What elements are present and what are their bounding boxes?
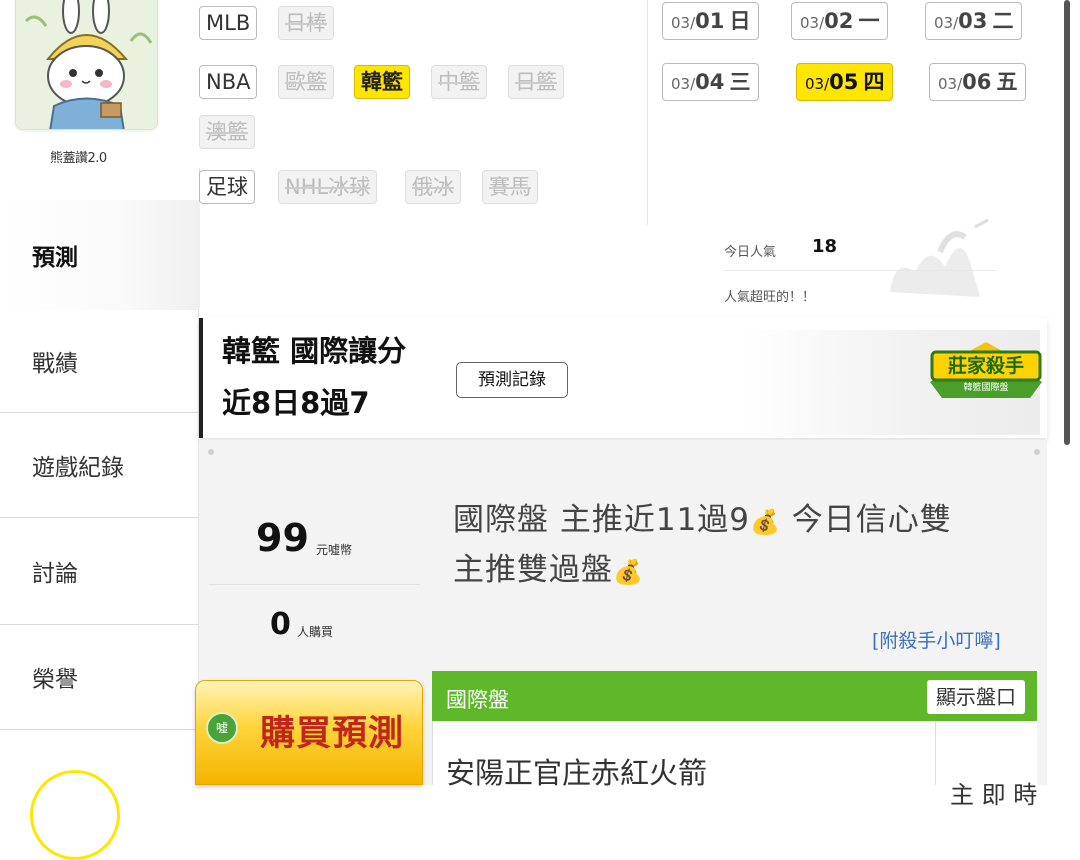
league-tag-korea-basketball[interactable]: 韓籃 (354, 65, 410, 99)
league-tag-russian-hockey[interactable]: 俄冰 (405, 170, 461, 204)
date-button[interactable]: 03/03 二 (925, 2, 1023, 40)
buyers-unit: 人購買 (297, 625, 334, 639)
market-cut-text: 主 即 時 (950, 781, 1038, 809)
scrollbar-thumb[interactable] (1064, 0, 1070, 445)
sidebar-item-discussion[interactable]: 討論 (0, 518, 198, 625)
bunny-avatar-icon (16, 0, 157, 129)
league-tag-euro-basketball[interactable]: 歐籃 (278, 65, 334, 99)
league-tag-nhl[interactable]: NHL冰球 (278, 170, 378, 204)
price-unit: 元噓幣 (316, 543, 353, 557)
sidebar-item-predict[interactable]: 預測 (0, 200, 198, 310)
sidebar-item-record[interactable]: 戰績 (0, 310, 198, 413)
sidebar-item-honor[interactable]: 榮譽 (0, 625, 198, 730)
avatar[interactable] (15, 0, 158, 130)
date-button-selected[interactable]: 03/05 四 (796, 63, 894, 101)
team-name: 安陽正官庄赤紅火箭 (446, 756, 708, 790)
money-bag-icon: 💰 (613, 558, 644, 586)
date-button[interactable]: 03/02 一 (791, 2, 889, 40)
prediction-record-button[interactable]: 預測記錄 (456, 362, 568, 398)
badge-subtitle: 韓籃國際盤 (963, 383, 1009, 393)
league-tag-horse-racing[interactable]: 賽馬 (482, 170, 538, 204)
price-value: 99 (256, 516, 309, 560)
badge-title: 莊家殺手 (947, 355, 1024, 377)
league-tag-china-basketball[interactable]: 中籃 (431, 65, 487, 99)
league-tag-soccer[interactable]: 足球 (199, 170, 255, 204)
mascot-watermark-icon (890, 218, 989, 297)
sidebar-item-label: 榮譽 (32, 667, 78, 693)
buy-prediction-label: 購買預測 (260, 714, 405, 754)
popularity-count: 18 (812, 236, 838, 257)
popularity-note: 人氣超旺的！！ (724, 290, 816, 305)
show-odds-button[interactable]: 顯示盤口 (927, 680, 1025, 714)
prediction-title: 韓籃 國際讓分 (222, 334, 407, 368)
prediction-subtitle: 近8日8過7 (222, 386, 370, 420)
sidebar-item-label: 討論 (32, 561, 78, 587)
league-tag-mlb[interactable]: MLB (199, 6, 258, 40)
league-tag-nba[interactable]: NBA (199, 65, 258, 99)
sidebar-item-game-log[interactable]: 遊戲紀錄 (0, 413, 198, 518)
date-button[interactable]: 03/04 三 (662, 63, 760, 101)
prediction-text: 國際盤 主推近11過9💰 今日信心雙 主推雙過盤💰 (453, 502, 952, 588)
market-title: 國際盤 (446, 688, 509, 712)
killer-tips-link[interactable]: [附殺手小叮嚀] (872, 626, 1001, 653)
league-tag-npb[interactable]: 日棒 (278, 6, 334, 40)
league-tag-aus-basketball[interactable]: 澳籃 (199, 115, 255, 149)
date-button[interactable]: 03/01 日 (662, 2, 760, 40)
badge-circle-icon (30, 770, 120, 860)
popularity-label: 今日人氣 (724, 245, 777, 260)
money-bag-icon: 💰 (750, 508, 781, 536)
sidebar-item-label: 遊戲紀錄 (32, 455, 124, 481)
sidebar-item-label: 戰績 (32, 351, 78, 377)
sidebar-item-label: 預測 (32, 245, 78, 271)
league-tag-japan-basketball[interactable]: 日籃 (508, 65, 564, 99)
profile-name: 熊蓋讚2.0 (50, 151, 107, 166)
date-button[interactable]: 03/06 五 (929, 63, 1027, 101)
coin-icon: 噓 (206, 712, 238, 744)
buyers-count: 0 (270, 607, 291, 642)
bookmaker-killer-badge: 莊家殺手 韓籃國際盤 (922, 340, 1050, 408)
